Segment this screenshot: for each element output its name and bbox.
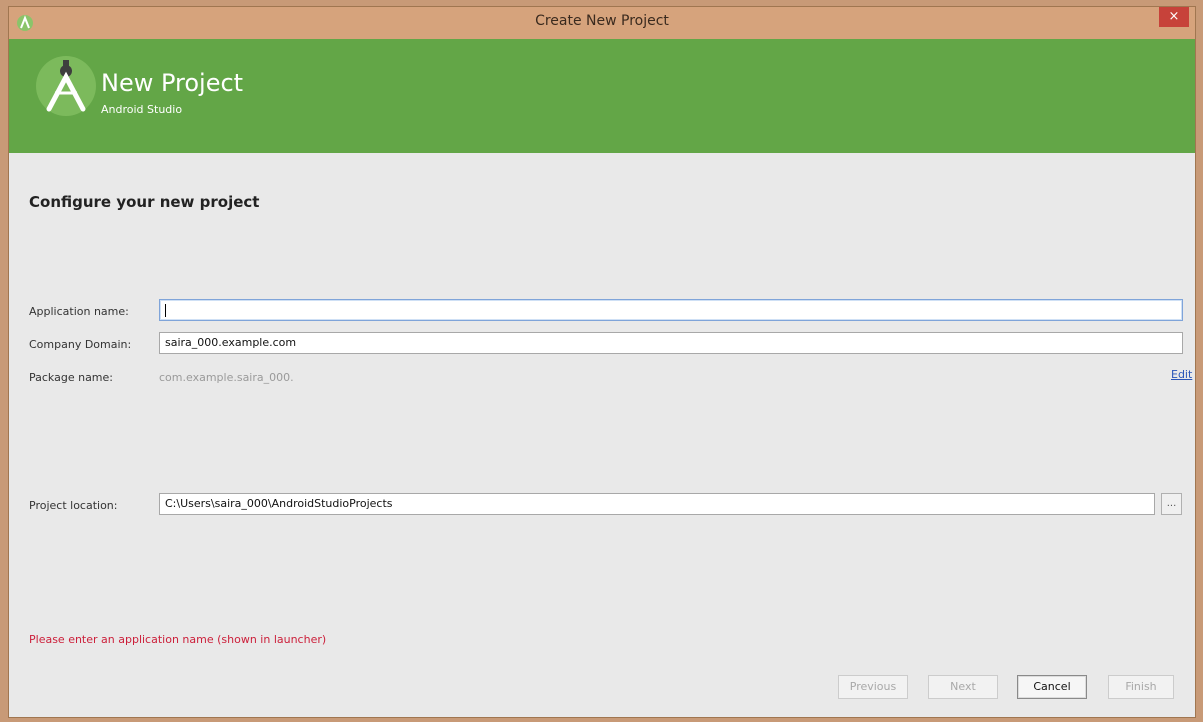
- finish-button[interactable]: Finish: [1108, 675, 1174, 699]
- android-studio-logo: [36, 56, 96, 116]
- banner-subtitle: Android Studio: [101, 103, 183, 116]
- app-name-input[interactable]: [159, 299, 1183, 321]
- title-bar[interactable]: Create New Project ×: [9, 7, 1195, 39]
- edit-package-link[interactable]: Edit: [1171, 368, 1192, 381]
- window-title: Create New Project: [535, 13, 669, 29]
- app-name-label: Application name:: [29, 305, 129, 318]
- cancel-button[interactable]: Cancel: [1017, 675, 1087, 699]
- section-title: Configure your new project: [29, 193, 260, 211]
- project-location-input[interactable]: C:\Users\saira_000\AndroidStudioProjects: [159, 493, 1155, 515]
- company-domain-input[interactable]: saira_000.example.com: [159, 332, 1183, 354]
- close-button[interactable]: ×: [1159, 7, 1189, 27]
- create-project-dialog: Create New Project × New Project Android…: [8, 6, 1196, 718]
- banner-title: New Project: [101, 69, 244, 97]
- package-name-value: com.example.saira_000.: [159, 371, 294, 384]
- browse-button[interactable]: ...: [1161, 493, 1182, 515]
- package-name-label: Package name:: [29, 371, 113, 384]
- next-button[interactable]: Next: [928, 675, 998, 699]
- error-message: Please enter an application name (shown …: [29, 633, 327, 646]
- previous-button[interactable]: Previous: [838, 675, 908, 699]
- project-location-label: Project location:: [29, 499, 118, 512]
- header-banner: New Project Android Studio: [9, 39, 1195, 153]
- text-caret: [165, 304, 166, 317]
- company-domain-label: Company Domain:: [29, 338, 132, 351]
